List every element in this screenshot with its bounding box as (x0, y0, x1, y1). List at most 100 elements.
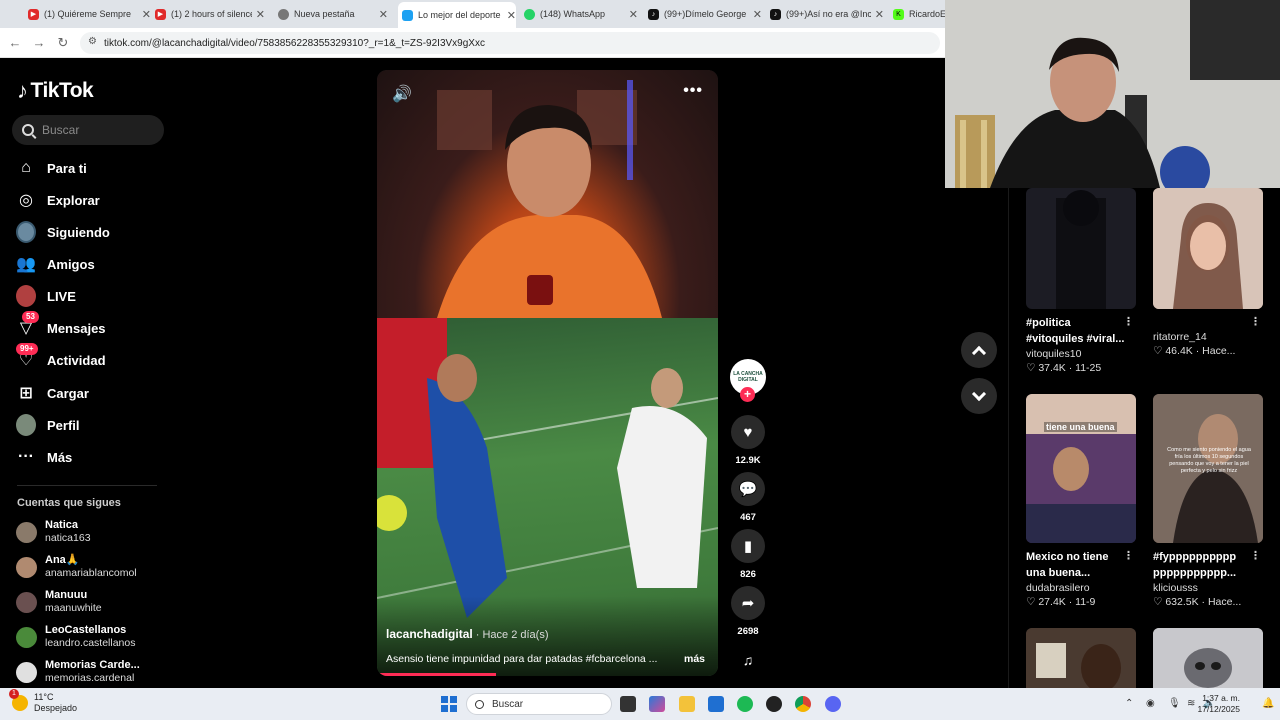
followed-account[interactable]: LeoCastellanos leandro.castellanos (16, 622, 166, 652)
recommended-video[interactable]: tiene una buena ⋮ Mexico no tiene una bu… (1026, 394, 1138, 608)
search-input[interactable] (42, 123, 152, 137)
followed-account[interactable]: Natica natica163 (16, 517, 166, 547)
forward-arrow-icon[interactable]: → (30, 34, 48, 52)
followed-account[interactable]: Manuuu maanuwhite (16, 587, 166, 617)
video-thumbnail[interactable] (1153, 188, 1263, 309)
recommended-video[interactable] (1026, 628, 1138, 688)
spotify-icon[interactable] (737, 696, 753, 712)
browser-tab-active[interactable]: Lo mejor del deporte ✕ (398, 2, 516, 28)
discord-icon[interactable] (825, 696, 841, 712)
browser-tab[interactable]: K RicardoEs (893, 4, 945, 24)
tiktok-icon: ♪ (770, 8, 781, 20)
site-settings-icon[interactable]: ⚙ (88, 36, 97, 47)
previous-video-button[interactable] (961, 332, 997, 368)
comment-button[interactable]: 💬 467 (730, 472, 766, 523)
nav-item-live[interactable]: LIVE (16, 282, 166, 310)
close-icon[interactable]: ✕ (256, 8, 265, 21)
recommended-video[interactable]: ⋮ #politica #vitoquiles #viral... vitoqu… (1026, 188, 1138, 374)
follow-plus-icon[interactable]: + (740, 387, 755, 402)
nav-item-actividad[interactable]: ♡ 99+ Actividad (16, 343, 166, 374)
close-icon[interactable]: ✕ (379, 8, 388, 21)
chrome-icon[interactable] (795, 696, 811, 712)
video-author[interactable]: lacanchadigital · Hace 2 día(s) (386, 627, 549, 641)
browser-tab[interactable]: ♪ (99+)Dímelo George ✕ (648, 4, 762, 24)
nav-item-amigos[interactable]: 👥 Amigos (16, 250, 166, 278)
close-icon[interactable]: ✕ (875, 8, 884, 21)
nav-item-siguiendo[interactable]: Siguiendo (16, 218, 166, 246)
video-thumbnail[interactable] (1153, 628, 1263, 688)
close-icon[interactable]: ✕ (507, 9, 516, 22)
more-options-icon[interactable]: ⋮ (1250, 549, 1261, 562)
recommended-author[interactable]: dudabrasilero (1026, 582, 1138, 594)
tab-label: Lo mejor del deporte (418, 10, 501, 20)
task-view-icon[interactable] (620, 696, 636, 712)
close-icon[interactable]: ✕ (142, 8, 151, 21)
save-button[interactable]: ▮ 826 (730, 529, 766, 580)
search-box[interactable] (12, 115, 164, 145)
microphone-icon[interactable]: 🎙 (1168, 698, 1181, 709)
nav-item-mas[interactable]: ··· Más (16, 443, 166, 471)
recommended-author[interactable]: ritatorre_14 (1153, 331, 1265, 343)
author-handle[interactable]: lacanchadigital (386, 627, 473, 641)
save-count: 826 (740, 569, 756, 580)
network-icon[interactable]: ◉ (1146, 698, 1155, 709)
browser-tab[interactable]: Nueva pestaña ✕ (278, 4, 388, 24)
store-icon[interactable] (708, 696, 724, 712)
browser-tab[interactable]: ▶ (1) 2 hours of silence ✕ (155, 4, 265, 24)
next-video-button[interactable] (961, 378, 997, 414)
webcam-overlay (945, 0, 1280, 188)
recommended-meta: ♡ 46.4K · Hace... (1153, 345, 1236, 357)
recommended-video[interactable] (1153, 628, 1265, 688)
nav-item-mensajes[interactable]: ▽ 53 Mensajes (16, 311, 166, 342)
recommended-author[interactable]: kliciousss (1153, 582, 1265, 594)
video-player[interactable]: 🔊 ••• lacanchadigital · Hace 2 día(s) As… (377, 70, 718, 676)
notification-bell-icon[interactable]: 🔔 (1262, 698, 1274, 709)
caption-more-link[interactable]: más (684, 653, 705, 665)
video-thumbnail[interactable] (1026, 628, 1136, 688)
nav-item-perfil[interactable]: Perfil (16, 411, 166, 439)
browser-tab[interactable]: ▶ (1) Quiéreme Sempre ✕ (28, 4, 151, 24)
followed-account[interactable]: Memorias Carde... memorias.cardenal (16, 657, 166, 687)
app-icon[interactable] (766, 696, 782, 712)
address-bar[interactable]: ⚙ tiktok.com/@lacanchadigital/video/7583… (80, 32, 940, 54)
file-explorer-icon[interactable] (679, 696, 695, 712)
close-icon[interactable]: ✕ (629, 8, 638, 21)
volume-icon[interactable]: 🔊 (392, 84, 412, 104)
youtube-icon: ▶ (155, 8, 166, 20)
like-button[interactable]: ♥ 12.9K (730, 415, 766, 466)
weather-widget[interactable]: 1 11°C Despejado (9, 689, 77, 714)
taskbar-search[interactable]: Buscar (466, 693, 612, 715)
more-options-icon[interactable]: ⋮ (1123, 315, 1134, 328)
taskbar-clock[interactable]: 1:37 a. m. 17/12/2025 (1197, 693, 1240, 715)
share-button[interactable]: ➦ 2698 (730, 586, 766, 637)
nav-item-para-ti[interactable]: ⌂ Para ti (16, 154, 166, 182)
followed-account[interactable]: Ana🙏 anamariablancomol (16, 552, 166, 582)
windows-start-icon[interactable] (441, 696, 457, 712)
browser-tab[interactable]: (148) WhatsApp ✕ (524, 4, 638, 24)
nav-item-cargar[interactable]: ⊞ Cargar (16, 379, 166, 407)
chevron-up-icon[interactable]: ⌃ (1125, 698, 1133, 709)
recommended-video[interactable]: Como me siento poniendo el agua fría los… (1153, 394, 1265, 608)
avatar (16, 661, 37, 683)
more-options-icon[interactable]: ••• (683, 82, 703, 100)
recommended-author[interactable]: vitoquiles10 (1026, 348, 1138, 360)
browser-tab[interactable]: ♪ (99+)Así no era @Inc ✕ (770, 4, 884, 24)
back-arrow-icon[interactable]: ← (6, 34, 24, 52)
video-thumbnail[interactable]: tiene una buena (1026, 394, 1136, 543)
more-options-icon[interactable]: ⋮ (1123, 549, 1134, 562)
wifi-icon[interactable]: ≋ (1187, 698, 1195, 709)
chevron-up-icon (971, 345, 987, 360)
reload-icon[interactable]: ↻ (54, 34, 72, 52)
close-icon[interactable]: ✕ (753, 8, 762, 21)
nav-item-explorar[interactable]: ◎ Explorar (16, 186, 166, 214)
video-thumbnail[interactable] (1026, 188, 1136, 309)
more-options-icon[interactable]: ⋮ (1250, 315, 1261, 328)
copilot-icon[interactable] (649, 696, 665, 712)
heart-icon: ♥ (731, 415, 765, 449)
video-thumbnail[interactable]: Como me siento poniendo el agua fría los… (1153, 394, 1263, 543)
video-progress-bar[interactable] (377, 673, 497, 676)
messages-badge: 53 (22, 311, 39, 323)
music-disc-icon[interactable]: ♫ (737, 649, 759, 671)
tiktok-logo[interactable]: ♪ TikTok (17, 78, 94, 104)
recommended-video[interactable]: ⋮ ritatorre_14 ♡ 46.4K · Hace... (1153, 188, 1265, 357)
